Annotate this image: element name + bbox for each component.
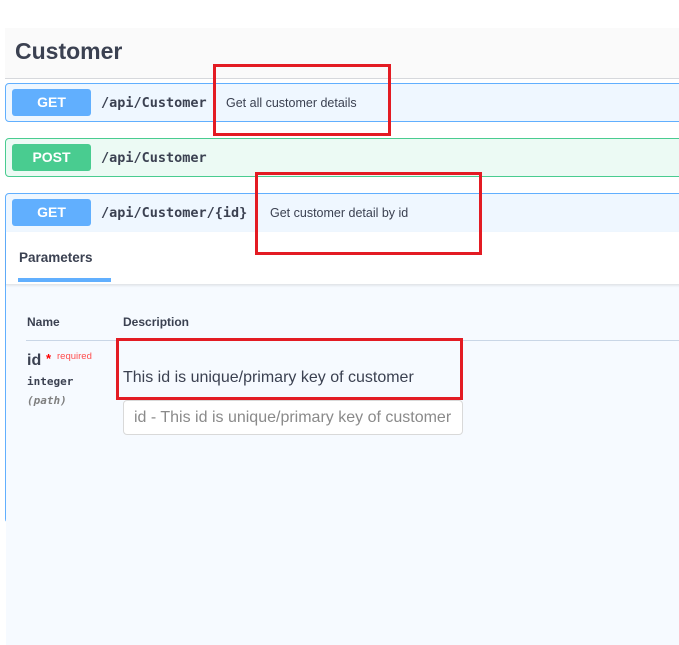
parameters-header: Parameters <box>6 232 679 285</box>
operation-get-customers[interactable]: GET /api/Customer Get all customer detai… <box>5 83 679 122</box>
method-badge-get[interactable]: GET <box>12 89 91 116</box>
column-header-name: Name <box>27 315 60 329</box>
operation-path[interactable]: /api/Customer <box>101 95 207 111</box>
method-badge-post[interactable]: POST <box>12 144 91 171</box>
header-divider <box>26 340 679 341</box>
operation-path[interactable]: /api/Customer/{id} <box>101 205 247 221</box>
required-label: required <box>57 351 92 362</box>
operation-summary[interactable]: GET /api/Customer/{id} Get customer deta… <box>6 194 679 232</box>
operation-description: Get customer detail by id <box>270 206 409 220</box>
parameter-location: (path) <box>27 394 67 407</box>
operation-post-customer[interactable]: POST /api/Customer <box>5 138 679 177</box>
tag-title: Customer <box>15 38 123 64</box>
tab-parameters[interactable]: Parameters <box>19 250 93 265</box>
parameter-name: id <box>27 352 42 369</box>
operation-summary[interactable]: GET /api/Customer Get all customer detai… <box>6 84 679 122</box>
operation-get-customer-by-id[interactable]: GET /api/Customer/{id} Get customer deta… <box>5 193 679 645</box>
parameter-description: This id is unique/primary key of custome… <box>123 369 414 386</box>
operation-description: Get all customer details <box>226 96 357 110</box>
operation-body: Parameters Name Description id * require… <box>6 232 679 645</box>
parameters-table: Name Description id * required integer (… <box>6 285 679 645</box>
tag-section-customer[interactable]: Customer <box>5 28 679 79</box>
required-star: * <box>46 351 52 366</box>
operation-path[interactable]: /api/Customer <box>101 150 207 166</box>
tab-active-indicator <box>18 278 111 282</box>
method-badge-get[interactable]: GET <box>12 199 91 226</box>
operation-summary[interactable]: POST /api/Customer <box>6 139 679 177</box>
page-top-strip <box>0 0 679 28</box>
column-header-description: Description <box>123 315 190 329</box>
parameter-type: integer <box>27 375 74 388</box>
id-input[interactable] <box>123 400 463 435</box>
